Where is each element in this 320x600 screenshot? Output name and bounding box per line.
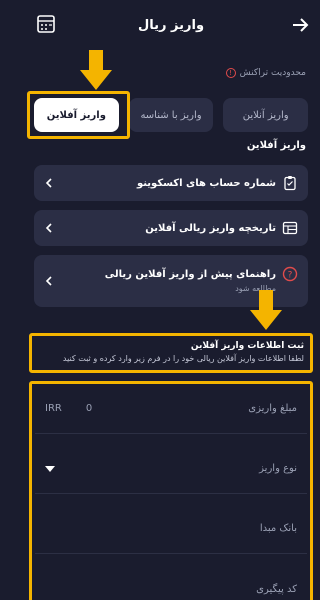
chevron-left-icon xyxy=(45,223,52,233)
amount-field[interactable]: مبلغ واریزی IRR 0 xyxy=(35,384,307,434)
history-table-icon xyxy=(282,221,298,235)
source-bank-label: بانک مبدا xyxy=(259,523,297,534)
info-title: ثبت اطلاعات واریز آفلاین xyxy=(190,341,304,351)
tracking-code-field[interactable]: کد پیگیری xyxy=(35,564,307,600)
tracking-code-label: کد پیگیری xyxy=(256,583,297,595)
help-icon: ? xyxy=(282,266,298,282)
amount-value: 0 xyxy=(85,403,93,414)
dropdown-caret-icon xyxy=(45,465,55,472)
svg-text:?: ? xyxy=(288,271,293,281)
amount-label: مبلغ واریزی xyxy=(248,403,297,414)
deposit-type-label: نوع واریز xyxy=(259,463,297,474)
info-description: لطفا اطلاعات واریز آفلاین ریالی خود را د… xyxy=(62,354,304,363)
chevron-left-icon xyxy=(45,178,52,188)
calculator-icon[interactable] xyxy=(36,14,56,34)
card-offline-history[interactable]: تاریخچه واریز ریالی آفلاین xyxy=(34,210,308,246)
source-bank-field[interactable]: بانک مبدا xyxy=(35,504,307,554)
pointer-arrow-icon xyxy=(80,50,112,90)
offline-info-box: ثبت اطلاعات واریز آفلاین لطفا اطلاعات وا… xyxy=(29,333,313,373)
card-label: تاریخچه واریز ریالی آفلاین xyxy=(145,222,276,234)
page-title: واریز ریال xyxy=(137,17,205,33)
chevron-left-icon xyxy=(45,276,52,286)
back-arrow-icon[interactable] xyxy=(290,15,310,35)
card-label: راهنمای پیش از واریز آفلاین ریالی xyxy=(104,269,276,280)
amount-value-group: IRR 0 xyxy=(45,403,92,414)
amount-currency: IRR xyxy=(45,403,62,414)
card-label: شماره حساب های اکسکوینو xyxy=(136,177,276,189)
card-offline-guide[interactable]: ? راهنمای پیش از واریز آفلاین ریالی مطال… xyxy=(34,255,308,307)
transaction-limit-link[interactable]: محدودیت تراکنش ! xyxy=(225,68,306,78)
tab-online-deposit[interactable]: واریز آنلاین xyxy=(223,98,308,132)
section-label: واریز آفلاین xyxy=(246,140,306,151)
header: واریز ریال xyxy=(22,0,320,50)
card-subtitle: مطالعه شود xyxy=(235,284,276,293)
card-account-numbers[interactable]: شماره حساب های اکسکوینو xyxy=(34,165,308,201)
tab-id-deposit[interactable]: واریز با شناسه xyxy=(128,98,214,132)
info-icon: ! xyxy=(225,68,236,78)
deposit-type-select[interactable]: نوع واریز xyxy=(35,444,307,494)
clipboard-icon xyxy=(284,176,296,191)
card-text-group: راهنمای پیش از واریز آفلاین ریالی مطالعه… xyxy=(54,269,276,293)
offline-deposit-form: مبلغ واریزی IRR 0 نوع واریز بانک مبدا کد… xyxy=(29,381,313,600)
deposit-tabs: واریز آنلاین واریز با شناسه واریز آفلاین xyxy=(33,98,308,132)
transaction-limit-label: محدودیت تراکنش xyxy=(239,68,306,78)
tab-offline-deposit[interactable]: واریز آفلاین xyxy=(33,98,119,132)
